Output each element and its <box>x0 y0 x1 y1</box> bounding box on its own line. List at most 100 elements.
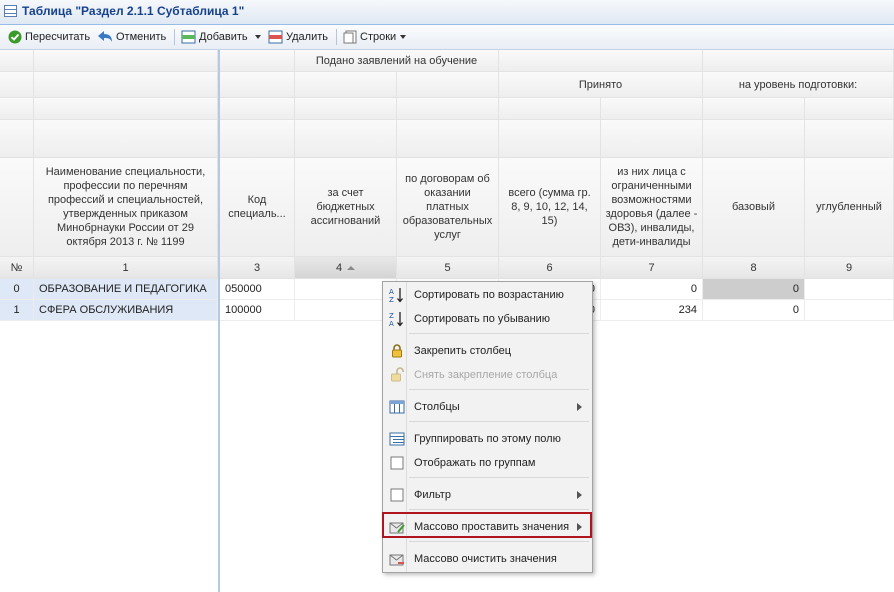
menu-item-mass-clear[interactable]: Массово очистить значения <box>385 549 590 569</box>
column-header-advanced[interactable]: углубленный <box>805 158 894 257</box>
row-code[interactable]: 050000 <box>220 279 295 300</box>
column-number: 6 <box>499 257 601 279</box>
header-cell <box>0 98 34 120</box>
column-header-budget[interactable]: за счет бюджетных ассигнований <box>295 158 397 257</box>
rows-button[interactable]: Строки <box>343 29 407 45</box>
header-cell <box>295 120 397 158</box>
menu-item-label: Группировать по этому полю <box>414 433 561 445</box>
checkbox-icon <box>390 488 404 502</box>
svg-text:Z: Z <box>389 296 394 303</box>
column-number: 7 <box>601 257 703 279</box>
dropdown-arrow-icon <box>254 35 261 40</box>
header-cell <box>0 158 34 257</box>
column-number: 5 <box>397 257 499 279</box>
submenu-arrow-icon <box>577 491 582 499</box>
header-cell <box>499 98 601 120</box>
header-cell <box>34 72 218 98</box>
toolbar-separator <box>174 29 175 45</box>
column-header-basic[interactable]: базовый <box>703 158 805 257</box>
sort-asc-indicator-icon <box>347 265 356 270</box>
menu-item-filter[interactable]: Фильтр <box>385 485 590 505</box>
column-number: 1 <box>34 257 218 279</box>
svg-text:Z: Z <box>389 312 394 320</box>
mass-clear-icon <box>389 554 404 566</box>
header-cell <box>703 98 805 120</box>
window-title: Таблица "Раздел 2.1.1 Субтаблица 1" <box>22 4 245 18</box>
menu-separator <box>409 389 589 390</box>
row-number[interactable]: 1 <box>0 300 34 321</box>
menu-item-columns[interactable]: Столбцы <box>385 397 590 417</box>
header-cell <box>295 98 397 120</box>
rows-icon <box>343 30 357 44</box>
row-value-col9[interactable] <box>805 279 894 300</box>
menu-item-show-groups[interactable]: Отображать по группам <box>385 453 590 473</box>
column-header-paid[interactable]: по договорам об оказании платных образов… <box>397 158 499 257</box>
menu-item-label: Сортировать по убыванию <box>414 313 551 325</box>
sort-desc-icon: Z A <box>389 312 403 327</box>
unlock-icon <box>391 367 404 382</box>
column-number: 9 <box>805 257 894 279</box>
delete-label: Удалить <box>286 31 328 43</box>
column-header-ovz[interactable]: из них лица с ограниченными возможностям… <box>601 158 703 257</box>
recalc-button[interactable]: Пересчитать <box>8 29 90 45</box>
column-number: 8 <box>703 257 805 279</box>
menu-item-sort-asc[interactable]: A Z Сортировать по возрастанию <box>385 285 590 305</box>
group-header-level: на уровень подготовки: <box>703 72 894 98</box>
cancel-button[interactable]: Отменить <box>97 29 166 45</box>
menu-item-label: Снять закрепление столбца <box>414 369 558 381</box>
add-button[interactable]: Добавить <box>181 29 261 45</box>
header-cell <box>499 50 703 72</box>
header-cell <box>34 120 218 158</box>
header-cell <box>34 50 218 72</box>
header-cell <box>703 50 894 72</box>
svg-text:A: A <box>389 320 394 327</box>
row-value-col8[interactable]: 0 <box>703 279 805 300</box>
recalc-label: Пересчитать <box>25 31 91 43</box>
menu-item-group-by[interactable]: Группировать по этому полю <box>385 429 590 449</box>
header-cell <box>220 120 295 158</box>
column-header-name[interactable]: Наименование специальности, профессии по… <box>34 158 218 257</box>
row-value-col7[interactable]: 0 <box>601 279 703 300</box>
header-cell <box>499 120 601 158</box>
menu-separator <box>409 541 589 542</box>
column-header-code[interactable]: Код специаль... <box>220 158 295 257</box>
toolbar-separator <box>336 29 337 45</box>
header-cell <box>295 72 397 98</box>
group-header-applications: Подано заявлений на обучение <box>295 50 499 72</box>
menu-item-freeze[interactable]: Закрепить столбец <box>385 341 590 361</box>
row-number[interactable]: 0 <box>0 279 34 300</box>
header-cell <box>703 120 805 158</box>
sort-asc-icon: A Z <box>389 288 403 303</box>
add-label: Добавить <box>199 31 248 43</box>
group-icon <box>389 432 405 446</box>
header-cell <box>0 120 34 158</box>
menu-item-sort-desc[interactable]: Z A Сортировать по убыванию <box>385 309 590 329</box>
delete-button[interactable]: Удалить <box>268 29 328 45</box>
header-cell <box>220 50 295 72</box>
window-titlebar: Таблица "Раздел 2.1.1 Субтаблица 1" <box>0 0 894 25</box>
add-row-icon <box>181 30 196 44</box>
columns-icon <box>389 400 405 414</box>
menu-item-label: Столбцы <box>414 401 460 413</box>
menu-separator <box>409 509 589 510</box>
row-code[interactable]: 100000 <box>220 300 295 321</box>
cancel-label: Отменить <box>116 31 167 43</box>
header-cell <box>397 98 499 120</box>
row-value-col7[interactable]: 234 <box>601 300 703 321</box>
row-name[interactable]: ОБРАЗОВАНИЕ И ПЕДАГОГИКА <box>34 279 218 300</box>
menu-separator <box>409 477 589 478</box>
row-value-col8[interactable]: 0 <box>703 300 805 321</box>
row-name[interactable]: СФЕРА ОБСЛУЖИВАНИЯ <box>34 300 218 321</box>
frozen-column-divider[interactable] <box>218 50 220 592</box>
header-cell <box>601 120 703 158</box>
dropdown-arrow-icon <box>400 35 407 40</box>
menu-separator <box>409 333 589 334</box>
column-header-total[interactable]: всего (сумма гр. 8, 9, 10, 12, 14, 15) <box>499 158 601 257</box>
column-number-sorted[interactable]: 4 <box>295 257 397 279</box>
column-number-label: 4 <box>335 261 343 274</box>
toolbar: Пересчитать Отменить Добавить Удалить Ст… <box>0 25 894 50</box>
row-value-col9[interactable] <box>805 300 894 321</box>
submenu-arrow-icon <box>577 403 582 411</box>
undo-arrow-icon <box>98 31 112 43</box>
rows-label: Строки <box>360 31 397 43</box>
